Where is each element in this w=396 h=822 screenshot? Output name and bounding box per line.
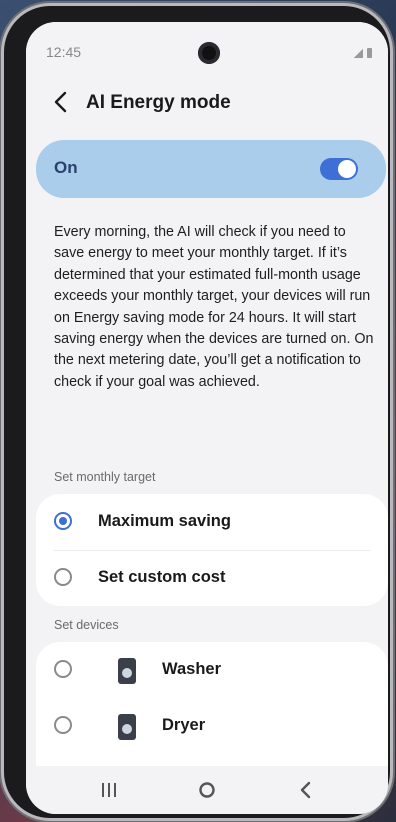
option-label: Set custom cost [98,568,226,586]
status-bar: 12:45 [26,22,388,76]
option-label: Maximum saving [98,512,231,530]
battery-icon [367,48,372,58]
section-label-devices: Set devices [54,618,119,632]
device-label: Dryer [162,716,206,734]
status-icons [354,48,372,58]
navigation-bar [26,766,388,814]
radio-dryer[interactable] [54,716,72,734]
ai-energy-switch[interactable] [320,158,358,180]
back-icon[interactable] [290,778,320,802]
radio-maximum-saving[interactable] [54,512,72,530]
home-icon[interactable] [192,778,222,802]
front-camera [198,42,220,64]
header: AI Energy mode [26,84,388,124]
radio-washer[interactable] [54,660,72,678]
screen: 12:45 AI Energy mode On Every morning, t… [26,22,388,814]
status-time: 12:45 [46,44,82,60]
option-set-custom-cost[interactable]: Set custom cost [36,550,388,606]
device-row-washer[interactable]: Washer [36,642,388,698]
phone-frame: 12:45 AI Energy mode On Every morning, t… [4,6,390,818]
switch-knob [338,160,356,178]
device-label: Washer [162,660,221,678]
description-text: Every morning, the AI will check if you … [54,224,374,390]
radio-set-custom-cost[interactable] [54,568,72,586]
signal-icon [354,49,363,58]
section-label-monthly-target: Set monthly target [54,470,156,484]
option-maximum-saving[interactable]: Maximum saving [36,494,388,550]
back-arrow-icon[interactable] [50,88,72,116]
dryer-icon [118,714,136,740]
washer-icon [118,658,136,684]
monthly-target-card: Maximum saving Set custom cost [36,494,388,606]
device-row-dryer[interactable]: Dryer [36,698,388,754]
toggle-label: On [54,158,78,177]
recent-apps-icon[interactable] [94,778,124,802]
page-title: AI Energy mode [86,92,231,113]
ai-energy-toggle-row[interactable]: On [36,140,386,198]
